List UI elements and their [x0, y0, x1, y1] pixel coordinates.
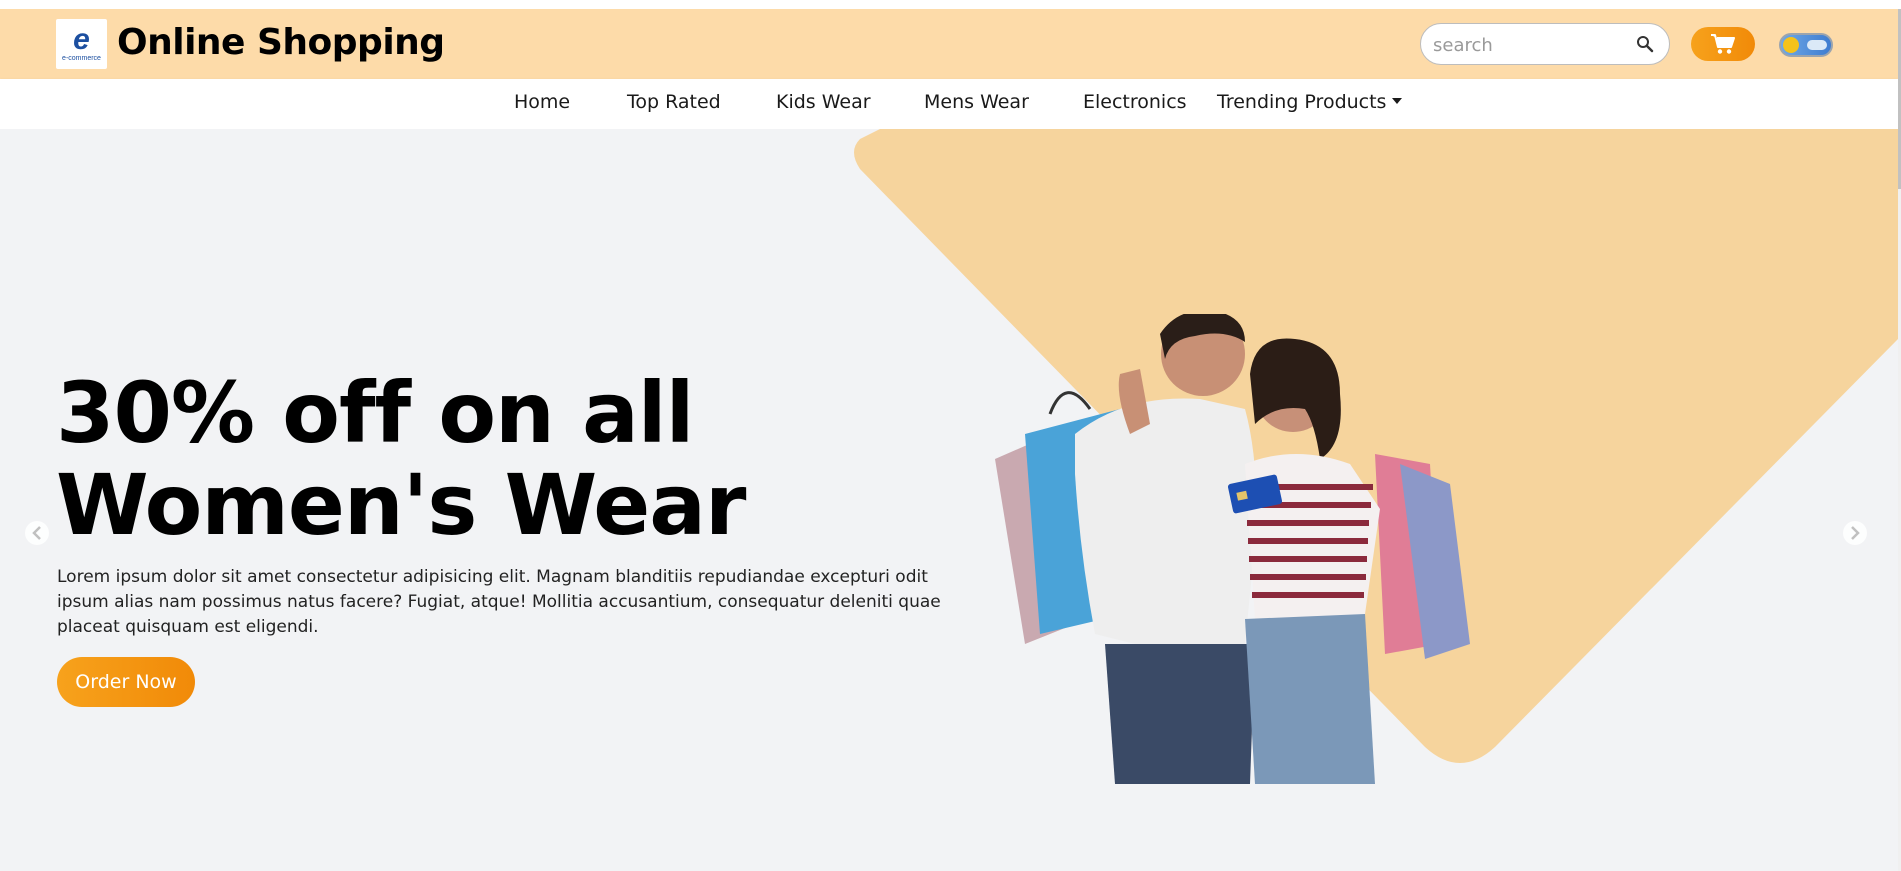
- hero-headline: 30% off on all Women's Wear: [56, 367, 956, 551]
- brand-title[interactable]: Online Shopping: [117, 22, 445, 63]
- nav-trending-dropdown[interactable]: Trending Products: [1217, 91, 1403, 113]
- search-input[interactable]: [1433, 33, 1623, 57]
- nav-home[interactable]: Home: [514, 91, 570, 113]
- search-icon[interactable]: [1636, 35, 1654, 53]
- order-now-button[interactable]: Order Now: [57, 657, 195, 707]
- headline-line-2: Women's Wear: [56, 456, 746, 554]
- headline-line-1: 30% off on all: [56, 364, 694, 462]
- nav-top-rated[interactable]: Top Rated: [627, 91, 721, 113]
- cloud-icon: [1807, 40, 1827, 50]
- site-header: e e-commerce Online Shopping: [0, 9, 1898, 79]
- main-nav: Home Top Rated Kids Wear Mens Wear Elect…: [0, 79, 1898, 129]
- nav-kids-wear[interactable]: Kids Wear: [776, 91, 871, 113]
- cart-button[interactable]: [1691, 27, 1755, 61]
- caret-down-icon: [1392, 98, 1403, 104]
- site-logo[interactable]: e e-commerce: [56, 19, 107, 69]
- logo-caption: e-commerce: [62, 54, 101, 62]
- search-box[interactable]: [1420, 23, 1670, 65]
- carousel-next-button[interactable]: [1843, 521, 1867, 545]
- logo-letter: e: [73, 22, 90, 56]
- nav-electronics[interactable]: Electronics: [1083, 91, 1187, 113]
- cart-icon: [1711, 34, 1735, 54]
- nav-trending-label: Trending Products: [1217, 91, 1387, 113]
- carousel-prev-button[interactable]: [25, 521, 49, 545]
- nav-mens-wear[interactable]: Mens Wear: [924, 91, 1029, 113]
- top-strip: [0, 0, 1901, 9]
- hero-carousel: 30% off on all Women's Wear Lorem ipsum …: [0, 129, 1898, 871]
- chevron-right-icon: [1851, 526, 1860, 540]
- sun-icon: [1783, 37, 1799, 53]
- hero-description: Lorem ipsum dolor sit amet consectetur a…: [57, 567, 941, 637]
- chevron-left-icon: [32, 526, 41, 540]
- theme-toggle[interactable]: [1779, 33, 1833, 57]
- couple-shopping-image: [995, 314, 1470, 784]
